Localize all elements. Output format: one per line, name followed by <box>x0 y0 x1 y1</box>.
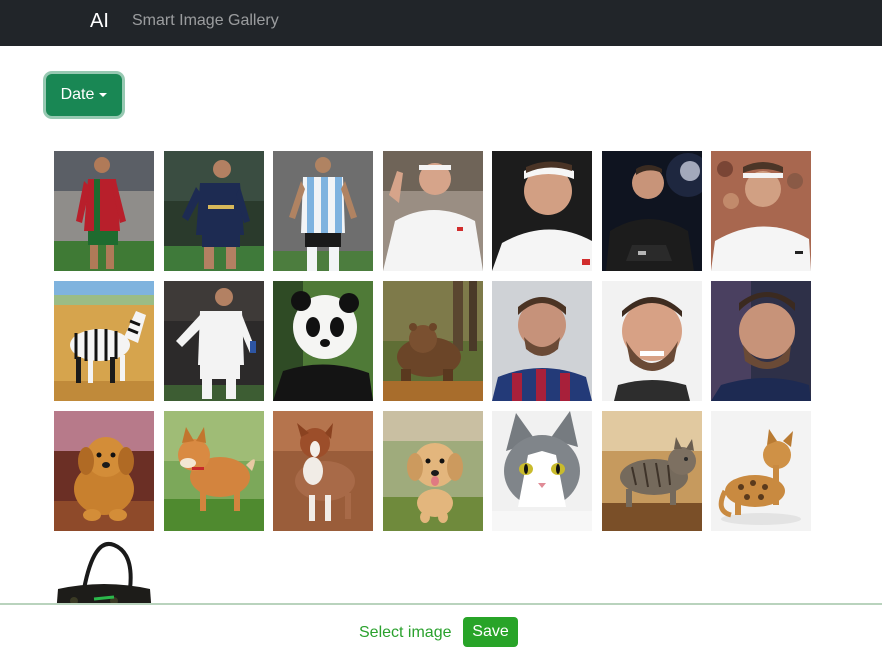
image-thumbnail[interactable] <box>163 151 264 271</box>
soccer-player-portrait-barcelona-image <box>492 281 592 401</box>
image-thumbnail[interactable] <box>54 411 154 531</box>
image-thumbnail[interactable] <box>492 411 592 531</box>
image-thumbnail[interactable] <box>601 411 702 531</box>
navbar-brand[interactable]: AI <box>90 9 109 33</box>
image-thumbnail[interactable] <box>54 281 154 401</box>
tennis-player-white-shirt-image <box>382 151 483 271</box>
navbar: AI Smart Image Gallery <box>0 0 882 46</box>
image-thumbnail[interactable] <box>492 151 592 271</box>
image-thumbnail[interactable] <box>711 411 811 531</box>
soccer-player-striped-kit-image <box>273 151 373 271</box>
image-thumbnail[interactable] <box>54 151 154 271</box>
caret-down-icon <box>99 93 108 97</box>
panda-image <box>273 281 373 401</box>
image-thumbnail[interactable] <box>711 151 811 271</box>
save-button[interactable]: Save <box>463 617 518 647</box>
bengal-kitten-image <box>711 411 811 531</box>
image-thumbnail[interactable] <box>601 151 702 271</box>
zebra-image <box>54 281 154 401</box>
image-thumbnail[interactable] <box>492 281 592 401</box>
image-thumbnail[interactable] <box>382 151 483 271</box>
selection-footer: Select image Save <box>0 603 882 654</box>
grey-white-cat-image <box>492 411 592 531</box>
tabby-cat-running-image <box>601 411 702 531</box>
brown-bear-image <box>382 281 483 401</box>
australian-shepherd-image <box>273 411 373 531</box>
nav-link-smart-image-gallery[interactable]: Smart Image Gallery <box>132 11 279 31</box>
tennis-player-headband-portrait-image <box>492 151 592 271</box>
shiba-inu-puppy-image <box>163 411 264 531</box>
image-thumbnail[interactable] <box>273 411 373 531</box>
golden-retriever-puppy-image <box>54 411 154 531</box>
tennis-player-black-jacket-image <box>601 151 702 271</box>
soccer-player-white-kit-image <box>163 281 264 401</box>
image-thumbnail[interactable] <box>601 281 702 401</box>
soccer-player-smiling-portrait-image <box>601 281 702 401</box>
tennis-player-crowd-image <box>711 151 811 271</box>
golden-puppy-running-image <box>382 411 483 531</box>
image-thumbnail[interactable] <box>163 411 264 531</box>
image-thumbnail[interactable] <box>273 281 373 401</box>
date-dropdown-label: Date <box>60 86 95 103</box>
image-thumbnail[interactable] <box>273 151 373 271</box>
image-thumbnail[interactable] <box>382 281 483 401</box>
soccer-player-navy-kit-image <box>163 151 264 271</box>
image-thumbnail[interactable] <box>382 411 483 531</box>
date-dropdown-button[interactable]: Date <box>46 74 122 116</box>
soccer-player-looking-up-image <box>711 281 811 401</box>
image-thumbnail[interactable] <box>711 281 811 401</box>
image-thumbnail[interactable] <box>163 281 264 401</box>
soccer-player-red-kit-image <box>54 151 154 271</box>
select-image-text: Select image <box>359 624 452 641</box>
image-grid <box>54 151 814 661</box>
